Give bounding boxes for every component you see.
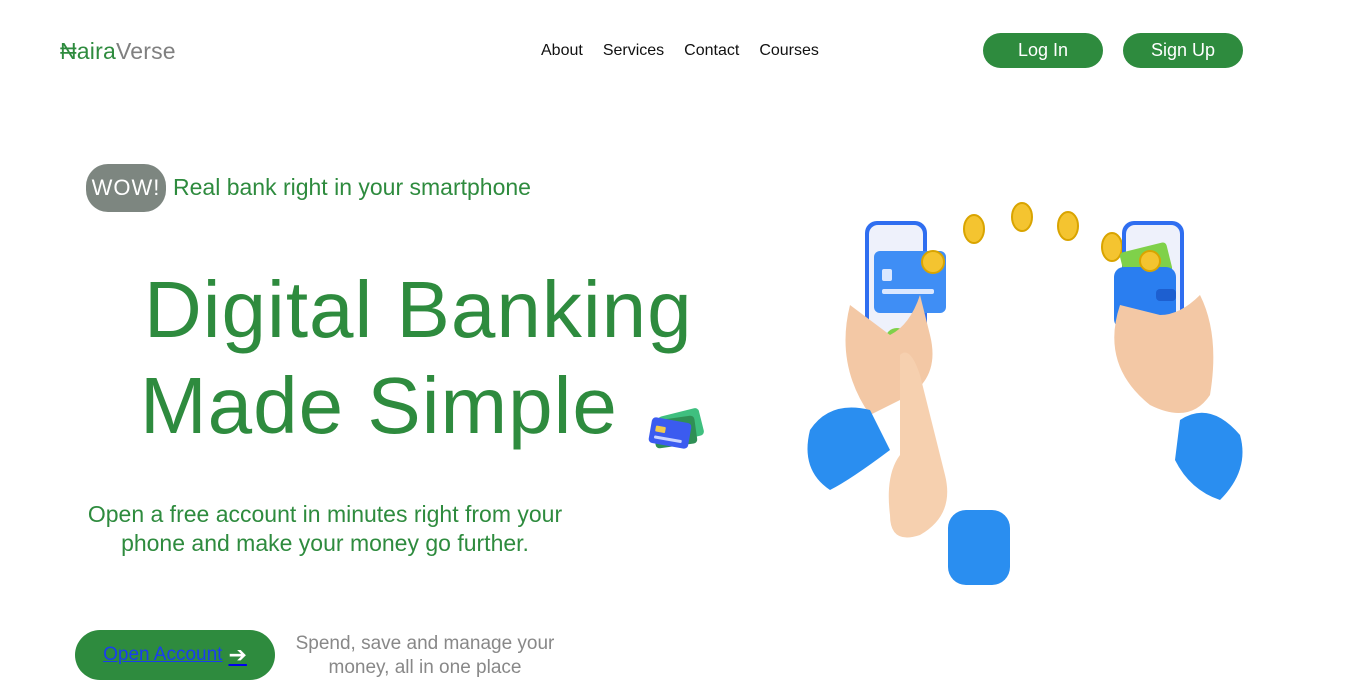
brand-logo[interactable]: ₦airaVerse — [60, 38, 176, 65]
hero-description: Open a free account in minutes right fro… — [87, 501, 563, 556]
open-account-button[interactable]: Open Account ➔ — [75, 630, 275, 680]
nav-courses[interactable]: Courses — [759, 42, 819, 60]
logo-verse: Verse — [115, 38, 176, 64]
headline-line-1: Digital Banking — [144, 265, 693, 354]
login-button[interactable]: Log In — [983, 33, 1103, 68]
headline-line-2: Made Simple — [140, 361, 618, 450]
hero-headline: Digital Banking Made Simple — [140, 262, 706, 454]
phone-payment-illustration — [790, 195, 1260, 595]
hero-subtext: Spend, save and manage your money, all i… — [295, 633, 555, 678]
nav-about[interactable]: About — [541, 42, 583, 60]
arrow-right-icon: ➔ — [228, 642, 247, 667]
open-account-label: Open Account — [103, 644, 223, 665]
headline-line-2-row: Made Simple — [140, 358, 706, 454]
logo-naira: ₦aira — [60, 38, 116, 64]
nav-contact[interactable]: Contact — [684, 42, 739, 60]
main-nav: About Services Contact Courses — [541, 42, 819, 60]
signup-button[interactable]: Sign Up — [1123, 33, 1243, 68]
card-money-icon — [646, 381, 706, 449]
nav-services[interactable]: Services — [603, 42, 664, 60]
wow-badge: WOW! — [86, 164, 166, 212]
coin-icon — [963, 202, 1123, 262]
hero-tagline: Real bank right in your smartphone — [173, 174, 531, 200]
